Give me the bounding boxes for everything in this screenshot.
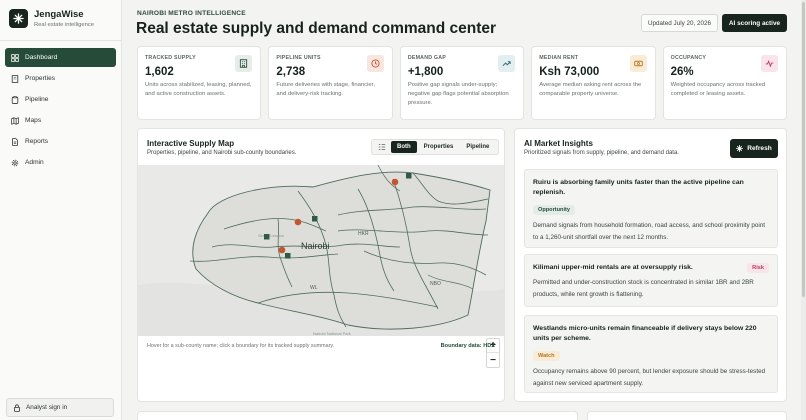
grid-icon	[11, 53, 19, 62]
brand-tagline: Real estate intelligence	[34, 22, 94, 28]
kpi-tracked-supply: TRACKED SUPPLY 1,602 Units across stabil…	[137, 46, 262, 120]
pipeline-marker	[264, 234, 270, 240]
sidebar-item-dashboard[interactable]: Dashboard	[5, 48, 116, 67]
insight-title: Kilimani upper-mid rentals are at oversu…	[533, 264, 693, 271]
insight-tag-risk: Risk	[747, 263, 769, 273]
insight-card-watch[interactable]: Westlands micro-units remain financeable…	[524, 315, 778, 393]
sidebar: JengaWise Real estate intelligence Dashb…	[0, 0, 122, 420]
insight-title: Ruiru is absorbing family units faster t…	[533, 179, 744, 196]
kpi-occupancy: OCCUPANCY 26% Weighted occupancy across …	[662, 46, 788, 120]
refresh-label: Refresh	[747, 145, 772, 152]
insight-card-opportunity[interactable]: Ruiru is absorbing family units faster t…	[524, 169, 778, 248]
trend-up-icon	[498, 55, 516, 72]
sidebar-item-label: Maps	[25, 117, 42, 124]
toggle-both[interactable]: Both	[391, 141, 417, 153]
kpi-description: Positive gap signals under-supply; negat…	[407, 82, 509, 106]
pulse-icon	[761, 55, 779, 72]
map-hint: Hover for a sub-county name; click a bou…	[147, 343, 335, 349]
map-label-city: Nairobi	[301, 241, 330, 251]
property-marker	[391, 178, 399, 186]
kpi-description: Average median asking rent across the co…	[539, 82, 642, 97]
ai-insights-panel: AI Market Insights Prioritized signals f…	[514, 128, 787, 402]
sidebar-nav: Dashboard Properties Pipeline Maps Repor…	[5, 48, 116, 174]
insights-title: AI Market Insights	[524, 139, 593, 148]
insight-text: Demand signals from household formation,…	[533, 222, 766, 241]
pipeline-marker	[406, 173, 412, 179]
building-icon	[11, 74, 19, 83]
sidebar-item-label: Reports	[25, 138, 49, 145]
sidebar-item-reports[interactable]: Reports	[5, 132, 116, 151]
lock-icon	[14, 403, 20, 412]
map-label-hkr: HKR	[358, 231, 369, 237]
sidebar-item-maps[interactable]: Maps	[5, 111, 116, 130]
ai-scoring-status-badge[interactable]: AI scoring active	[722, 14, 787, 32]
map-panel-subtitle: Properties, pipeline, and Nairobi sub-co…	[147, 150, 297, 156]
pipeline-marker	[312, 216, 318, 222]
brand-name: JengaWise	[34, 9, 84, 20]
clipboard-icon	[11, 95, 19, 104]
refresh-button[interactable]: Refresh	[730, 139, 778, 158]
insight-tag-watch: Watch	[533, 351, 560, 361]
bottom-panel	[137, 411, 578, 420]
insights-subtitle: Prioritized signals from supply, pipelin…	[524, 150, 679, 156]
kpi-row: TRACKED SUPPLY 1,602 Units across stabil…	[137, 46, 788, 120]
map-label-wl: WL	[310, 285, 318, 291]
map-canvas[interactable]: Nairobi HKR NBO WL Grand Lenana Nairobi …	[138, 164, 505, 336]
sidebar-item-pipeline[interactable]: Pipeline	[5, 90, 116, 109]
map-icon	[11, 116, 19, 125]
kpi-description: Future deliveries with stage, financier,…	[276, 82, 375, 97]
map-label-park: Nairobi National Park	[313, 331, 351, 336]
logo-icon	[9, 9, 28, 28]
supply-map[interactable]: Nairobi HKR NBO WL Grand Lenana Nairobi …	[138, 164, 505, 368]
toggle-pipeline[interactable]: Pipeline	[460, 141, 495, 153]
kpi-median-rent: MEDIAN RENT Ksh 73,000 Average median as…	[531, 46, 656, 120]
property-marker	[294, 218, 302, 226]
page-scrollbar[interactable]	[801, 0, 806, 420]
toggle-properties[interactable]: Properties	[418, 141, 460, 153]
file-icon	[12, 137, 18, 146]
bottom-panel	[587, 411, 787, 420]
page-eyebrow: NAIROBI METRO INTELLIGENCE	[137, 10, 246, 17]
scrollbar-thumb[interactable]	[802, 2, 805, 297]
map-layer-toggle: Both Properties Pipeline	[371, 139, 499, 155]
insight-tag-opportunity: Opportunity	[533, 205, 576, 215]
sidebar-item-properties[interactable]: Properties	[5, 69, 116, 88]
insight-title: Westlands micro-units remain financeable…	[533, 325, 757, 342]
insight-text: Permitted and under-construction stock i…	[533, 279, 754, 298]
insight-card-risk[interactable]: Kilimani upper-mid rentals are at oversu…	[524, 254, 778, 307]
sidebar-item-label: Properties	[25, 75, 56, 82]
map-panel-title: Interactive Supply Map	[147, 139, 235, 148]
kpi-demand-gap: DEMAND GAP +1,800 Positive gap signals u…	[399, 46, 525, 120]
clock-icon	[366, 55, 384, 72]
sidebar-item-label: Dashboard	[25, 54, 58, 61]
divider	[0, 40, 121, 41]
building-icon	[235, 55, 253, 72]
sidebar-item-admin[interactable]: Admin	[5, 153, 116, 172]
map-label-area: Grand Lenana	[258, 233, 284, 238]
property-marker	[278, 246, 286, 254]
sidebar-item-label: Pipeline	[25, 96, 49, 103]
map-label-nbo: NBO	[430, 281, 441, 287]
kpi-description: Units across stabilized, leasing, planne…	[145, 82, 252, 97]
analyst-signin-button[interactable]: Analyst sign in	[6, 398, 114, 417]
insight-text: Occupancy remains above 90 percent, but …	[533, 368, 766, 387]
banknote-icon	[629, 55, 647, 72]
gear-icon	[11, 159, 19, 166]
sparkle-icon	[736, 145, 744, 152]
supply-map-panel: Interactive Supply Map Properties, pipel…	[137, 128, 505, 402]
pipeline-marker	[285, 253, 291, 259]
kpi-description: Weighted occupancy across tracked comple…	[670, 82, 766, 97]
map-source-link[interactable]: Boundary data: HDX	[441, 343, 495, 349]
signin-label: Analyst sign in	[26, 404, 68, 411]
layers-icon	[374, 143, 390, 151]
updated-date-badge: Updated July 20, 2026	[641, 14, 718, 32]
zoom-out-button[interactable]: −	[487, 353, 499, 367]
page-title: Real estate supply and demand command ce…	[136, 20, 497, 37]
sidebar-item-label: Admin	[25, 159, 44, 166]
brand[interactable]: JengaWise Real estate intelligence	[9, 9, 94, 28]
kpi-pipeline-units: PIPELINE UNITS 2,738 Future deliveries w…	[268, 46, 393, 120]
